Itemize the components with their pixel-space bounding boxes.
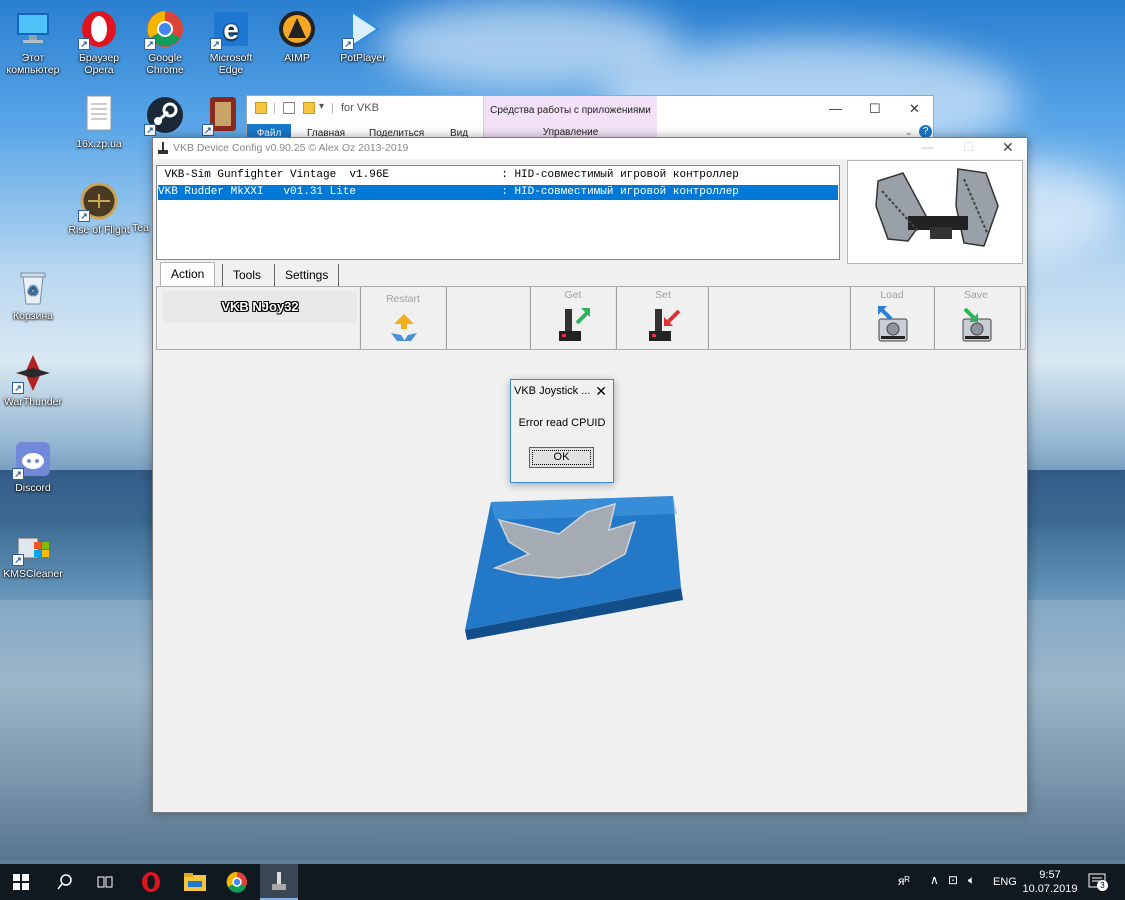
search-icon — [57, 874, 72, 890]
svg-text:♻: ♻ — [27, 283, 39, 298]
desktop-icon-recycle-bin[interactable]: ♻ Корзина — [0, 266, 66, 322]
maximize-button[interactable]: ☐ — [963, 140, 974, 154]
device-row-selected[interactable]: VKB Rudder MkXXI v01.31 Lite : HID-совме… — [158, 185, 838, 200]
discord-icon: ↗ — [12, 438, 54, 480]
taskbar: ᴙᴿ ∧ ⊡ 🔈︎ ENG 9:57 10.07.2019 3 — [0, 864, 1125, 900]
desktop-icon-aimp[interactable]: AIMP — [264, 8, 330, 64]
desktop-icon-steam[interactable]: ↗ — [132, 94, 198, 138]
close-button[interactable]: ✕ — [1002, 139, 1014, 156]
chrome-icon — [226, 871, 247, 893]
clock[interactable]: 9:57 10.07.2019 — [1022, 868, 1078, 900]
recycle-restart-icon — [387, 311, 421, 350]
desktop-icon-16x[interactable]: 16x.zp.ua — [66, 94, 132, 150]
steam-icon: ↗ — [144, 94, 186, 136]
explorer-window[interactable]: | ▾ | for VKB Файл Главная Поделиться Ви… — [246, 95, 934, 144]
vkb-logo — [459, 494, 685, 645]
dialog-title: VKB Joystick ... — [514, 385, 591, 397]
chrome-icon: ↗ — [144, 8, 186, 50]
properties-icon[interactable] — [283, 102, 295, 114]
clock-date: 10.07.2019 — [1022, 883, 1078, 895]
tab-bar: Action Tools Settings — [156, 262, 456, 286]
document-icon — [78, 94, 120, 136]
task-view-button[interactable] — [86, 864, 124, 900]
desktop-icon-discord[interactable]: ↗ Discord — [0, 438, 66, 494]
device-list[interactable]: VKB-Sim Gunfighter Vintage v1.96E : HID-… — [156, 165, 840, 260]
volume-icon[interactable]: 🔈︎ — [968, 873, 975, 900]
recycle-bin-icon: ♻ — [12, 266, 54, 308]
joystick-icon — [272, 872, 286, 890]
kmscleaner-icon: ↗ — [12, 524, 54, 566]
taskbar-vkb-config[interactable] — [260, 864, 298, 900]
desktop-icon-edge[interactable]: e ↗ Microsoft Edge — [198, 8, 264, 76]
clock-time: 9:57 — [1039, 869, 1061, 881]
start-button[interactable] — [2, 864, 40, 900]
desktop-icon-rise-of-flight[interactable]: ↗ Rise of Flight — [66, 180, 132, 236]
device-preview-image — [847, 160, 1023, 264]
rise-of-flight-icon: ↗ — [78, 180, 120, 222]
close-button[interactable]: ✕ — [909, 101, 920, 117]
taskbar-opera[interactable] — [132, 864, 170, 900]
new-folder-icon[interactable] — [303, 102, 315, 114]
disk-save-icon — [959, 305, 995, 350]
desktop-icon-opera[interactable]: ↗ Браузер Opera — [66, 8, 132, 76]
desktop-icon-this-pc[interactable]: Этот компьютер — [0, 8, 66, 76]
joystick-app-icon — [157, 141, 169, 158]
joystick-set-icon — [647, 305, 683, 350]
taskbar-file-explorer[interactable] — [176, 864, 214, 900]
folder-icon — [184, 873, 206, 891]
maximize-button[interactable]: ☐ — [869, 101, 881, 117]
get-button[interactable]: Get — [531, 287, 615, 349]
desktop-icon-kmscleaner[interactable]: ↗ KMSCleaner — [0, 524, 66, 580]
windows-icon — [13, 874, 29, 890]
dialog-close-icon[interactable]: ✕ — [595, 383, 607, 400]
ok-button[interactable]: OK — [529, 447, 594, 468]
save-button[interactable]: Save — [935, 287, 1017, 349]
taskbar-chrome[interactable] — [218, 864, 256, 900]
device-row[interactable]: VKB-Sim Gunfighter Vintage v1.96E : HID-… — [158, 168, 838, 183]
action-toolbar: VKB NJoy32 Restart Get Set Load Save — [156, 286, 1026, 350]
desktop-icon-chrome[interactable]: ↗ Google Chrome — [132, 8, 198, 76]
action-center-button[interactable]: 3 — [1088, 873, 1108, 900]
quick-access-dropdown-icon[interactable]: ▾ — [319, 101, 324, 112]
window-title: VKB Device Config v0.90.25 © Alex Oz 201… — [173, 142, 409, 154]
tab-settings[interactable]: Settings — [274, 264, 340, 286]
task-view-icon — [97, 876, 113, 888]
tab-action[interactable]: Action — [160, 262, 216, 286]
network-icon[interactable]: ⊡ — [948, 873, 958, 900]
potplayer-icon: ↗ — [342, 8, 384, 50]
show-hidden-icons-chevron-icon[interactable]: ∧ — [930, 873, 939, 900]
game-shield-icon: ↗ — [202, 94, 244, 136]
minimize-button[interactable]: — — [921, 140, 933, 154]
disk-load-icon — [875, 305, 911, 350]
load-button[interactable]: Load — [851, 287, 933, 349]
people-icon[interactable]: ᴙᴿ — [898, 874, 910, 900]
opera-icon: ↗ — [78, 8, 120, 50]
opera-icon — [142, 872, 160, 892]
computer-icon — [12, 8, 54, 50]
set-button[interactable]: Set — [621, 287, 705, 349]
restart-button[interactable]: Restart — [361, 287, 445, 349]
edge-icon: e ↗ — [210, 8, 252, 50]
tab-tools[interactable]: Tools — [222, 264, 271, 286]
title-bar: VKB Device Config v0.90.25 © Alex Oz 201… — [153, 138, 1027, 159]
folder-icon — [255, 102, 267, 114]
dialog-message: Error read CPUID — [518, 417, 606, 429]
notification-count-badge: 3 — [1097, 880, 1108, 891]
language-indicator[interactable]: ENG — [993, 876, 1017, 900]
minimize-button[interactable]: — — [829, 101, 842, 116]
device-name-label: VKB NJoy32 — [163, 291, 357, 323]
search-button[interactable] — [46, 864, 84, 900]
warthunder-icon: ↗ — [12, 352, 54, 394]
desktop-icon-kingdom-come[interactable]: ↗ — [198, 94, 248, 138]
aimp-icon — [276, 8, 318, 50]
desktop-icon-warthunder[interactable]: ↗ WarThunder — [0, 352, 66, 408]
joystick-get-icon — [557, 305, 593, 350]
error-dialog[interactable]: VKB Joystick ... ✕ Error read CPUID OK — [510, 379, 614, 483]
explorer-path: for VKB — [341, 102, 379, 114]
svg-text:e: e — [223, 14, 239, 45]
desktop-icon-partial[interactable]: Tea — [132, 222, 152, 234]
desktop-icon-potplayer[interactable]: ↗ PotPlayer — [330, 8, 396, 64]
